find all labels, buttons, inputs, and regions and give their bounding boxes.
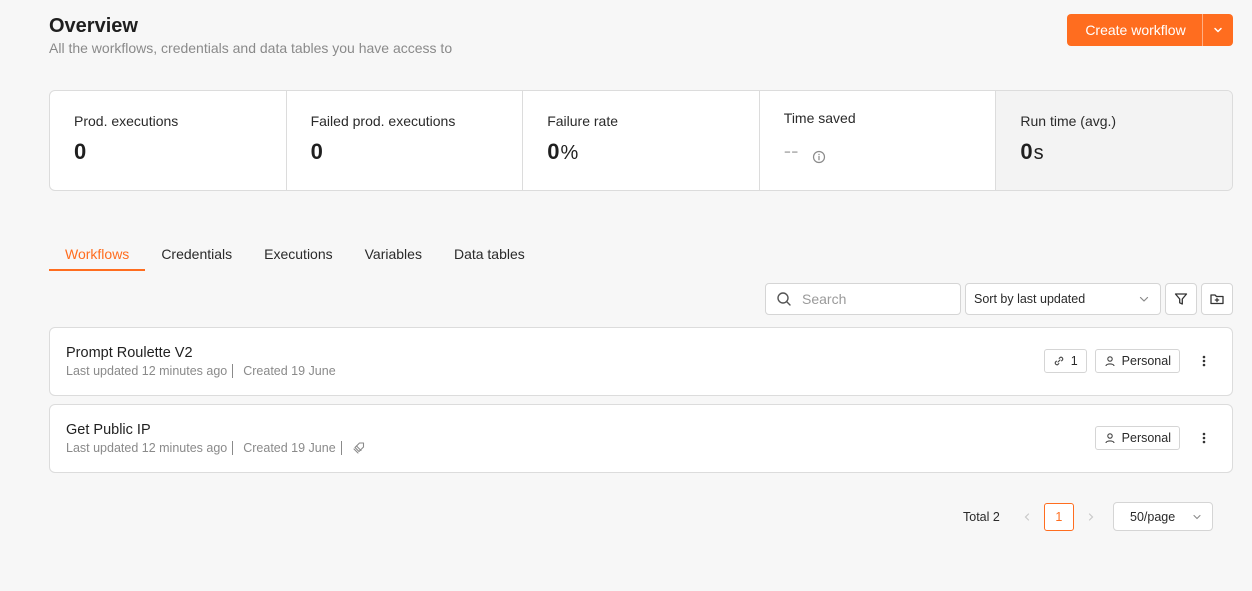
more-vertical-icon xyxy=(1202,432,1206,444)
search-icon xyxy=(777,292,791,306)
stat-prod-executions[interactable]: Prod. executions 0 xyxy=(50,91,287,190)
create-workflow-button[interactable]: Create workflow xyxy=(1067,14,1202,46)
sort-select[interactable]: Sort by last updated xyxy=(965,283,1161,315)
stat-value: -- xyxy=(784,138,972,164)
workflow-created: Created 19 June xyxy=(243,364,336,378)
workflow-last-updated: Last updated 12 minutes ago xyxy=(66,364,228,378)
page-size-value: 50/page xyxy=(1130,509,1176,524)
chevron-down-icon xyxy=(1214,27,1222,33)
stat-run-time[interactable]: Run time (avg.) 0s xyxy=(996,91,1232,190)
new-folder-button[interactable] xyxy=(1201,283,1233,315)
stat-value: 0s xyxy=(1020,139,1208,165)
archive-tag-icon xyxy=(353,442,364,454)
workflow-card[interactable]: Prompt Roulette V2 Last updated 12 minut… xyxy=(49,327,1233,396)
stat-label: Time saved xyxy=(783,110,856,126)
stat-value: 0 xyxy=(311,139,499,165)
sort-selected-value: Sort by last updated xyxy=(974,292,1086,306)
user-icon xyxy=(1105,356,1115,367)
create-dropdown-button[interactable] xyxy=(1203,14,1233,46)
page-subtitle: All the workflows, credentials and data … xyxy=(49,40,453,56)
workflow-meta: Last updated 12 minutes ago Created 19 J… xyxy=(66,441,366,455)
stat-label: Run time (avg.) xyxy=(1020,113,1117,129)
meta-separator xyxy=(232,441,234,455)
link-count: 1 xyxy=(1070,354,1078,368)
search-input[interactable] xyxy=(802,291,952,307)
prev-page-button[interactable] xyxy=(1016,512,1038,522)
stat-value: 0 xyxy=(74,139,262,165)
next-page-button[interactable] xyxy=(1080,512,1102,522)
tab-credentials[interactable]: Credentials xyxy=(145,238,248,271)
tab-executions[interactable]: Executions xyxy=(248,238,348,271)
tab-data-tables[interactable]: Data tables xyxy=(438,238,541,271)
workflow-name[interactable]: Get Public IP xyxy=(66,422,151,438)
stat-failed-executions[interactable]: Failed prod. executions 0 xyxy=(287,91,524,190)
workflow-name[interactable]: Prompt Roulette V2 xyxy=(66,345,193,361)
workflow-last-updated: Last updated 12 minutes ago xyxy=(66,441,228,455)
stat-label: Prod. executions xyxy=(74,113,179,129)
chevron-right-icon xyxy=(1088,512,1094,521)
stat-unit: s xyxy=(1033,142,1044,164)
filter-button[interactable] xyxy=(1165,283,1197,315)
owner-badge[interactable]: Personal xyxy=(1094,426,1180,450)
search-box[interactable] xyxy=(765,283,961,315)
overview-page: Overview All the workflows, credentials … xyxy=(0,0,1252,591)
workflow-meta: Last updated 12 minutes ago Created 19 J… xyxy=(66,364,336,378)
page-size-select[interactable]: 50/page xyxy=(1113,502,1213,531)
owner-badge[interactable]: Personal xyxy=(1094,349,1180,373)
stat-number: -- xyxy=(783,138,799,163)
stat-label: Failed prod. executions xyxy=(310,113,456,129)
page-number-current[interactable]: 1 xyxy=(1043,502,1074,531)
info-icon[interactable] xyxy=(812,150,826,164)
chevron-down-icon xyxy=(1193,514,1201,519)
stat-number: 0 xyxy=(74,139,87,164)
stat-label: Failure rate xyxy=(547,113,618,129)
meta-separator xyxy=(232,364,234,378)
owner-label: Personal xyxy=(1121,431,1171,445)
workflow-card-actions: 1 Personal xyxy=(1043,349,1216,373)
more-vertical-icon xyxy=(1202,355,1206,367)
page-header: Overview All the workflows, credentials … xyxy=(49,14,452,56)
stat-value: 0% xyxy=(547,139,735,165)
link-icon xyxy=(1054,356,1063,366)
workflow-card-actions: Personal xyxy=(1094,426,1216,450)
pagination: Total 2 1 xyxy=(963,502,1102,531)
meta-separator xyxy=(340,441,342,455)
folder-plus-icon xyxy=(1210,294,1224,305)
workflow-menu-button[interactable] xyxy=(1192,426,1216,450)
user-icon xyxy=(1105,433,1115,444)
stat-failure-rate[interactable]: Failure rate 0% xyxy=(523,91,760,190)
stat-number: 0 xyxy=(547,139,560,164)
stat-number: 0 xyxy=(310,139,323,164)
filter-icon xyxy=(1174,293,1188,305)
workflow-created: Created 19 June xyxy=(243,441,336,455)
shared-link-badge[interactable]: 1 xyxy=(1043,349,1087,373)
chevron-left-icon xyxy=(1024,512,1029,521)
overview-tabs: Workflows Credentials Executions Variabl… xyxy=(49,238,541,271)
create-workflow-button-group[interactable]: Create workflow xyxy=(1067,14,1233,46)
tab-variables[interactable]: Variables xyxy=(349,238,438,271)
stat-number: 0 xyxy=(1020,139,1033,164)
workflow-menu-button[interactable] xyxy=(1192,349,1216,373)
insights-summary: Prod. executions 0 Failed prod. executio… xyxy=(49,90,1233,191)
pagination-total: Total 2 xyxy=(963,509,1000,524)
stat-time-saved[interactable]: Time saved -- xyxy=(760,91,997,190)
owner-label: Personal xyxy=(1121,354,1171,368)
workflow-card[interactable]: Get Public IP Last updated 12 minutes ag… xyxy=(49,404,1233,473)
tab-workflows[interactable]: Workflows xyxy=(49,238,146,271)
page-title: Overview xyxy=(49,15,138,37)
stat-unit: % xyxy=(560,142,579,164)
chevron-down-icon xyxy=(1139,296,1149,302)
